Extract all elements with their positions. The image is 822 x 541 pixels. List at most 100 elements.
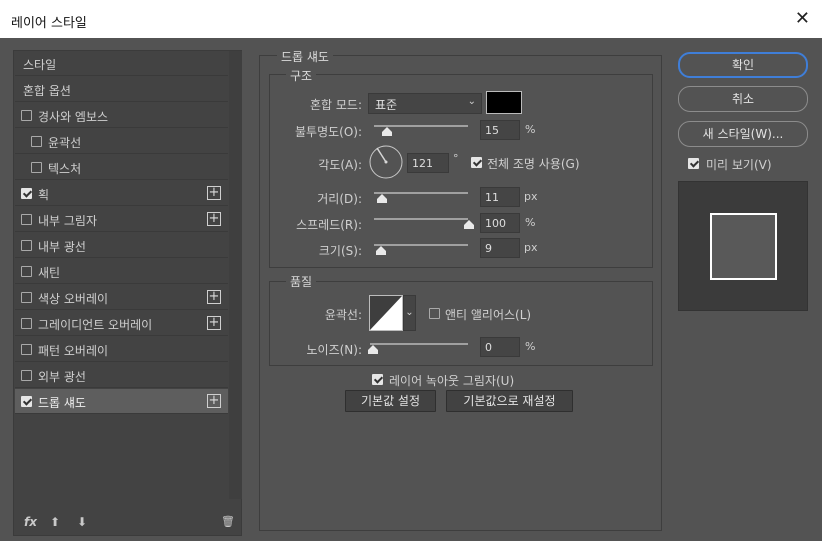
style-list-item[interactable]: 획 + [15, 181, 228, 206]
style-item-label: 내부 광선 [38, 240, 86, 254]
section-title: 드롭 섀도 [277, 48, 333, 65]
style-list-item[interactable]: 그레이디언트 오버레이 + [15, 311, 228, 336]
noise-unit: % [525, 340, 536, 353]
add-style-plus-icon[interactable]: + [207, 394, 221, 408]
preview-box [678, 181, 808, 311]
ok-button[interactable]: 확인 [678, 52, 808, 78]
contour-dropdown-chevron-icon[interactable]: ⌄ [403, 295, 416, 331]
close-icon[interactable]: ✕ [795, 8, 810, 29]
spread-unit: % [525, 216, 536, 229]
blend-mode-value: 표준 [375, 98, 398, 112]
size-unit: px [524, 241, 538, 254]
spread-label: 스프레드(R): [296, 218, 362, 232]
title-bar: 레이어 스타일 ✕ [0, 0, 822, 38]
fx-icon[interactable]: fx [24, 515, 37, 529]
global-light-checkbox[interactable] [471, 157, 482, 168]
style-list-item[interactable]: 외부 광선 [15, 363, 228, 388]
style-checkbox[interactable] [21, 396, 32, 407]
opacity-label: 불투명도(O): [294, 125, 362, 139]
style-checkbox[interactable] [21, 188, 32, 199]
blend-mode-label: 혼합 모드: [309, 98, 362, 112]
add-style-plus-icon[interactable]: + [207, 290, 221, 304]
style-item-label: 색상 오버레이 [38, 292, 109, 306]
style-list-item[interactable]: 혼합 옵션 [15, 77, 228, 102]
anti-alias-checkbox[interactable] [429, 308, 440, 319]
distance-unit: px [524, 190, 538, 203]
anti-alias-label: 앤티 앨리어스(L) [445, 308, 532, 322]
preview-label: 미리 보기(V) [706, 158, 772, 172]
style-checkbox[interactable] [21, 370, 32, 381]
noise-slider-track[interactable] [370, 343, 468, 345]
move-up-icon[interactable]: ⬆ [50, 515, 60, 529]
style-item-label: 드롭 섀도 [38, 396, 86, 410]
style-item-label: 새틴 [38, 266, 61, 280]
style-list-item[interactable]: 드롭 섀도 + [15, 389, 228, 414]
layer-style-dialog: 스타일 혼합 옵션 경사와 엠보스 윤곽선 텍스처 획 + 내부 그림자 + 내부 광선 새틴 색상 … [0, 38, 822, 541]
style-item-label: 외부 광선 [38, 370, 86, 384]
contour-picker[interactable] [369, 295, 403, 331]
list-scrollbar[interactable] [229, 51, 242, 499]
blend-mode-select[interactable]: 표준 ⌄ [368, 93, 482, 114]
preview-thumbnail [710, 213, 777, 280]
style-list-item[interactable]: 새틴 [15, 259, 228, 284]
distance-field[interactable]: 11 [480, 187, 520, 207]
style-list-item[interactable]: 내부 그림자 + [15, 207, 228, 232]
style-checkbox[interactable] [21, 318, 32, 329]
angle-dial[interactable] [369, 145, 403, 179]
angle-unit: ° [453, 152, 459, 165]
noise-field[interactable]: 0 [480, 337, 520, 357]
style-checkbox[interactable] [21, 240, 32, 251]
move-down-icon[interactable]: ⬇ [77, 515, 87, 529]
style-checkbox[interactable] [21, 110, 32, 121]
noise-slider-thumb[interactable] [368, 345, 379, 355]
style-list-item[interactable]: 윤곽선 [15, 129, 228, 154]
distance-slider-track[interactable] [374, 192, 468, 194]
preview-checkbox[interactable] [688, 158, 699, 169]
angle-label: 각도(A): [318, 158, 362, 172]
angle-field[interactable]: 121 [407, 153, 449, 173]
add-style-plus-icon[interactable]: + [207, 316, 221, 330]
make-default-button[interactable]: 기본값 설정 [345, 390, 436, 412]
add-style-plus-icon[interactable]: + [207, 186, 221, 200]
style-checkbox[interactable] [31, 162, 42, 173]
style-checkbox[interactable] [31, 136, 42, 147]
list-footer: fx ⬆ ⬇ 🗑 [14, 511, 241, 535]
size-slider-thumb[interactable] [376, 246, 387, 256]
style-item-label: 내부 그림자 [38, 214, 98, 228]
size-field[interactable]: 9 [480, 238, 520, 258]
style-item-label: 윤곽선 [48, 136, 82, 150]
style-list-item[interactable]: 스타일 [15, 51, 228, 76]
shadow-color-swatch[interactable] [486, 91, 522, 114]
size-slider-track[interactable] [374, 244, 468, 246]
reset-default-button[interactable]: 기본값으로 재설정 [446, 390, 573, 412]
style-list-item[interactable]: 패턴 오버레이 [15, 337, 228, 362]
style-checkbox[interactable] [21, 266, 32, 277]
spread-slider-thumb[interactable] [464, 220, 475, 230]
style-list: 스타일 혼합 옵션 경사와 엠보스 윤곽선 텍스처 획 + 내부 그림자 + 내부 광선 새틴 색상 … [13, 50, 242, 536]
style-checkbox[interactable] [21, 344, 32, 355]
noise-label: 노이즈(N): [306, 343, 362, 357]
new-style-button[interactable]: 새 스타일(W)... [678, 121, 808, 147]
distance-slider-thumb[interactable] [377, 194, 388, 204]
style-checkbox[interactable] [21, 214, 32, 225]
style-list-item[interactable]: 텍스처 [15, 155, 228, 180]
global-light-label: 전체 조명 사용(G) [487, 157, 580, 171]
spread-field[interactable]: 100 [480, 213, 520, 233]
style-item-label: 획 [38, 188, 50, 202]
knockout-checkbox[interactable] [372, 374, 383, 385]
cancel-button[interactable]: 취소 [678, 86, 808, 112]
quality-title: 품질 [286, 273, 317, 290]
opacity-field[interactable]: 15 [480, 120, 520, 140]
spread-slider-track[interactable] [374, 218, 468, 220]
trash-icon[interactable]: 🗑 [221, 515, 235, 528]
style-list-item[interactable]: 내부 광선 [15, 233, 228, 258]
add-style-plus-icon[interactable]: + [207, 212, 221, 226]
style-checkbox[interactable] [21, 292, 32, 303]
style-list-item[interactable]: 경사와 엠보스 [15, 103, 228, 128]
contour-label: 윤곽선: [324, 308, 362, 322]
style-item-label: 그레이디언트 오버레이 [38, 318, 153, 332]
style-item-label: 텍스처 [48, 162, 82, 176]
size-label: 크기(S): [318, 244, 362, 258]
opacity-slider-thumb[interactable] [382, 127, 393, 137]
style-list-item[interactable]: 색상 오버레이 + [15, 285, 228, 310]
